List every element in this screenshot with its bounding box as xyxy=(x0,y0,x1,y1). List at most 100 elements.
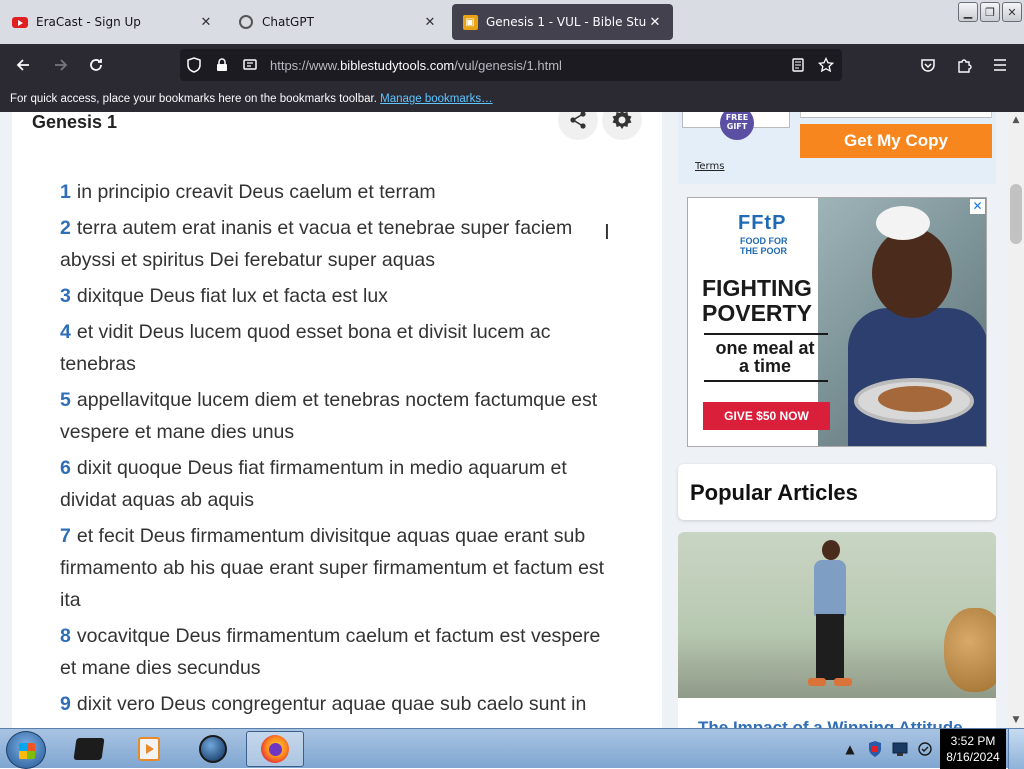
verse: 4 et vidit Deus lucem quod esset bona et … xyxy=(60,316,620,380)
close-tab-icon[interactable]: ✕ xyxy=(422,14,438,30)
verse-list: 1 in principio creavit Deus caelum et ter… xyxy=(60,176,620,724)
close-tab-icon[interactable]: ✕ xyxy=(647,14,663,30)
taskbar-globe-app[interactable] xyxy=(184,731,242,767)
reload-button[interactable] xyxy=(83,52,109,78)
tab-title: ChatGPT xyxy=(262,15,314,29)
ad-close-icon[interactable]: ✕ xyxy=(970,199,985,214)
pocket-icon[interactable] xyxy=(915,52,941,78)
network-monitor-icon[interactable] xyxy=(890,740,910,758)
taskbar-firefox-app[interactable] xyxy=(246,731,304,767)
verse-number-link[interactable]: 7 xyxy=(60,525,71,547)
navigation-toolbar: https://www.biblestudytools.com/vul/gene… xyxy=(0,44,1024,86)
shield-icon[interactable] xyxy=(180,57,208,73)
restore-button[interactable]: ❐ xyxy=(980,2,1000,22)
forward-button[interactable] xyxy=(48,52,74,78)
minimize-button[interactable]: ▁ xyxy=(958,2,978,22)
tab-genesis[interactable]: ▣ Genesis 1 - VUL - Bible Study To ✕ xyxy=(452,4,673,40)
verse: 9 dixit vero Deus congregentur aquae quae… xyxy=(60,688,620,720)
verse-number-link[interactable]: 9 xyxy=(60,693,71,715)
bookmark-star-icon[interactable] xyxy=(812,57,840,73)
window-controls: ▁ ❐ ✕ xyxy=(958,2,1022,22)
taskbar-terminal-app[interactable] xyxy=(60,731,118,767)
chapter-title: Genesis 1 xyxy=(32,112,118,132)
figure-shoe xyxy=(808,678,826,686)
ad-logo: FFtP xyxy=(738,212,787,234)
advertisement[interactable]: FFtP FOOD FOR THE POOR FIGHTING POVERTY … xyxy=(687,197,987,447)
bookmarks-toolbar: For quick access, place your bookmarks h… xyxy=(0,86,1024,112)
email-field[interactable] xyxy=(800,112,992,118)
volume-icon[interactable] xyxy=(915,740,935,758)
verse-number-link[interactable]: 5 xyxy=(60,389,71,411)
ad-logo-subtitle: FOOD FOR THE POOR xyxy=(740,236,788,256)
show-desktop-button[interactable] xyxy=(1008,729,1024,769)
system-clock[interactable]: 3:52 PM 8/16/2024 xyxy=(940,729,1006,769)
verse-number-link[interactable]: 6 xyxy=(60,457,71,479)
page-scrollbar[interactable]: ▲ ▼ xyxy=(1008,112,1024,728)
ad-tagline: one meal at a time xyxy=(715,338,815,376)
verse-number-link[interactable]: 3 xyxy=(60,285,71,307)
tab-title: Genesis 1 - VUL - Bible Study To xyxy=(486,15,647,29)
permissions-icon[interactable] xyxy=(236,59,264,71)
url-domain: biblestudytools.com xyxy=(340,57,455,73)
media-player-icon xyxy=(138,737,160,761)
verse-number-link[interactable]: 2 xyxy=(60,217,71,239)
security-shield-icon[interactable] xyxy=(865,740,885,758)
verse: 5 appellavitque lucem diem et tenebras no… xyxy=(60,384,620,448)
tab-title: EraCast - Sign Up xyxy=(36,15,141,29)
lock-icon[interactable] xyxy=(208,58,236,72)
firefox-icon xyxy=(261,735,289,763)
address-bar[interactable]: https://www.biblestudytools.com/vul/gene… xyxy=(180,49,842,81)
scroll-down-arrow-icon[interactable]: ▼ xyxy=(1008,712,1024,728)
windows-taskbar: ▲ 3:52 PM 8/16/2024 xyxy=(0,728,1024,769)
tab-eracast[interactable]: EraCast - Sign Up ✕ xyxy=(2,4,224,40)
show-hidden-icons-arrow-icon[interactable]: ▲ xyxy=(840,740,860,758)
close-tab-icon[interactable]: ✕ xyxy=(198,14,214,30)
verse-number-link[interactable]: 8 xyxy=(60,625,71,647)
verse-text: dixit quoque Deus fiat firmamentum in me… xyxy=(60,457,567,511)
article-image[interactable] xyxy=(678,532,996,698)
verse-text: in principio creavit Deus caelum et terr… xyxy=(76,181,436,203)
clock-time: 3:52 PM xyxy=(950,734,996,748)
verse-text: et vidit Deus lucem quod esset bona et d… xyxy=(60,321,551,375)
verse: 3 dixitque Deus fiat lux et facta est lux xyxy=(60,280,620,312)
share-button[interactable] xyxy=(558,112,598,140)
manage-bookmarks-link[interactable]: Manage bookmarks… xyxy=(380,93,493,105)
walking-man-figure xyxy=(808,540,852,690)
get-my-copy-button[interactable]: Get My Copy xyxy=(800,124,992,158)
ad-headline: FIGHTING POVERTY xyxy=(702,275,812,326)
verse-number-link[interactable]: 1 xyxy=(60,181,71,203)
verse: 8 vocavitque Deus firmamentum caelum et f… xyxy=(60,620,620,684)
menu-hamburger-icon[interactable] xyxy=(987,52,1013,78)
settings-button[interactable] xyxy=(602,112,642,140)
article-card[interactable]: The Impact of a Winning Attitude xyxy=(678,532,996,728)
verse-text: dixitque Deus fiat lux et facta est lux xyxy=(76,285,388,307)
share-icon xyxy=(570,112,586,129)
ad-photo-food xyxy=(878,386,952,412)
taskbar-media-player-app[interactable] xyxy=(120,731,178,767)
bookmarks-hint: For quick access, place your bookmarks h… xyxy=(10,93,377,105)
verse-number-link[interactable]: 4 xyxy=(60,321,71,343)
reader-view-icon[interactable] xyxy=(784,58,812,72)
ad-photo-bow xyxy=(876,206,930,240)
terms-link[interactable]: Terms xyxy=(695,161,724,172)
verse-text: et fecit Deus firmamentum divisitque aqu… xyxy=(60,525,605,611)
start-button[interactable] xyxy=(6,731,46,769)
divider xyxy=(704,380,828,382)
ad-cta-button[interactable]: GIVE $50 NOW xyxy=(703,402,830,430)
article-title-link[interactable]: The Impact of a Winning Attitude xyxy=(698,718,963,728)
close-window-button[interactable]: ✕ xyxy=(1002,2,1022,22)
ad-photo-face xyxy=(872,228,952,318)
verse: 2 terra autem erat inanis et vacua et ten… xyxy=(60,212,620,276)
extensions-icon[interactable] xyxy=(951,52,977,78)
promo-signup: FREE GIFT Get My Copy Terms xyxy=(678,112,996,184)
verse-text: appellavitque lucem diem et tenebras noc… xyxy=(60,389,598,443)
tab-chatgpt[interactable]: ChatGPT ✕ xyxy=(228,4,448,40)
youtube-icon xyxy=(12,14,28,30)
url-text[interactable]: https://www.biblestudytools.com/vul/gene… xyxy=(270,58,562,73)
scroll-up-arrow-icon[interactable]: ▲ xyxy=(1008,112,1024,128)
scroll-thumb[interactable] xyxy=(1010,184,1022,244)
web-page: Genesis 1 1 in principio creavit Deus cae… xyxy=(0,112,1008,728)
browser-tab-strip: EraCast - Sign Up ✕ ChatGPT ✕ ▣ Genesis … xyxy=(0,0,1024,44)
back-button[interactable] xyxy=(10,52,36,78)
popular-articles-header: Popular Articles xyxy=(678,464,996,520)
